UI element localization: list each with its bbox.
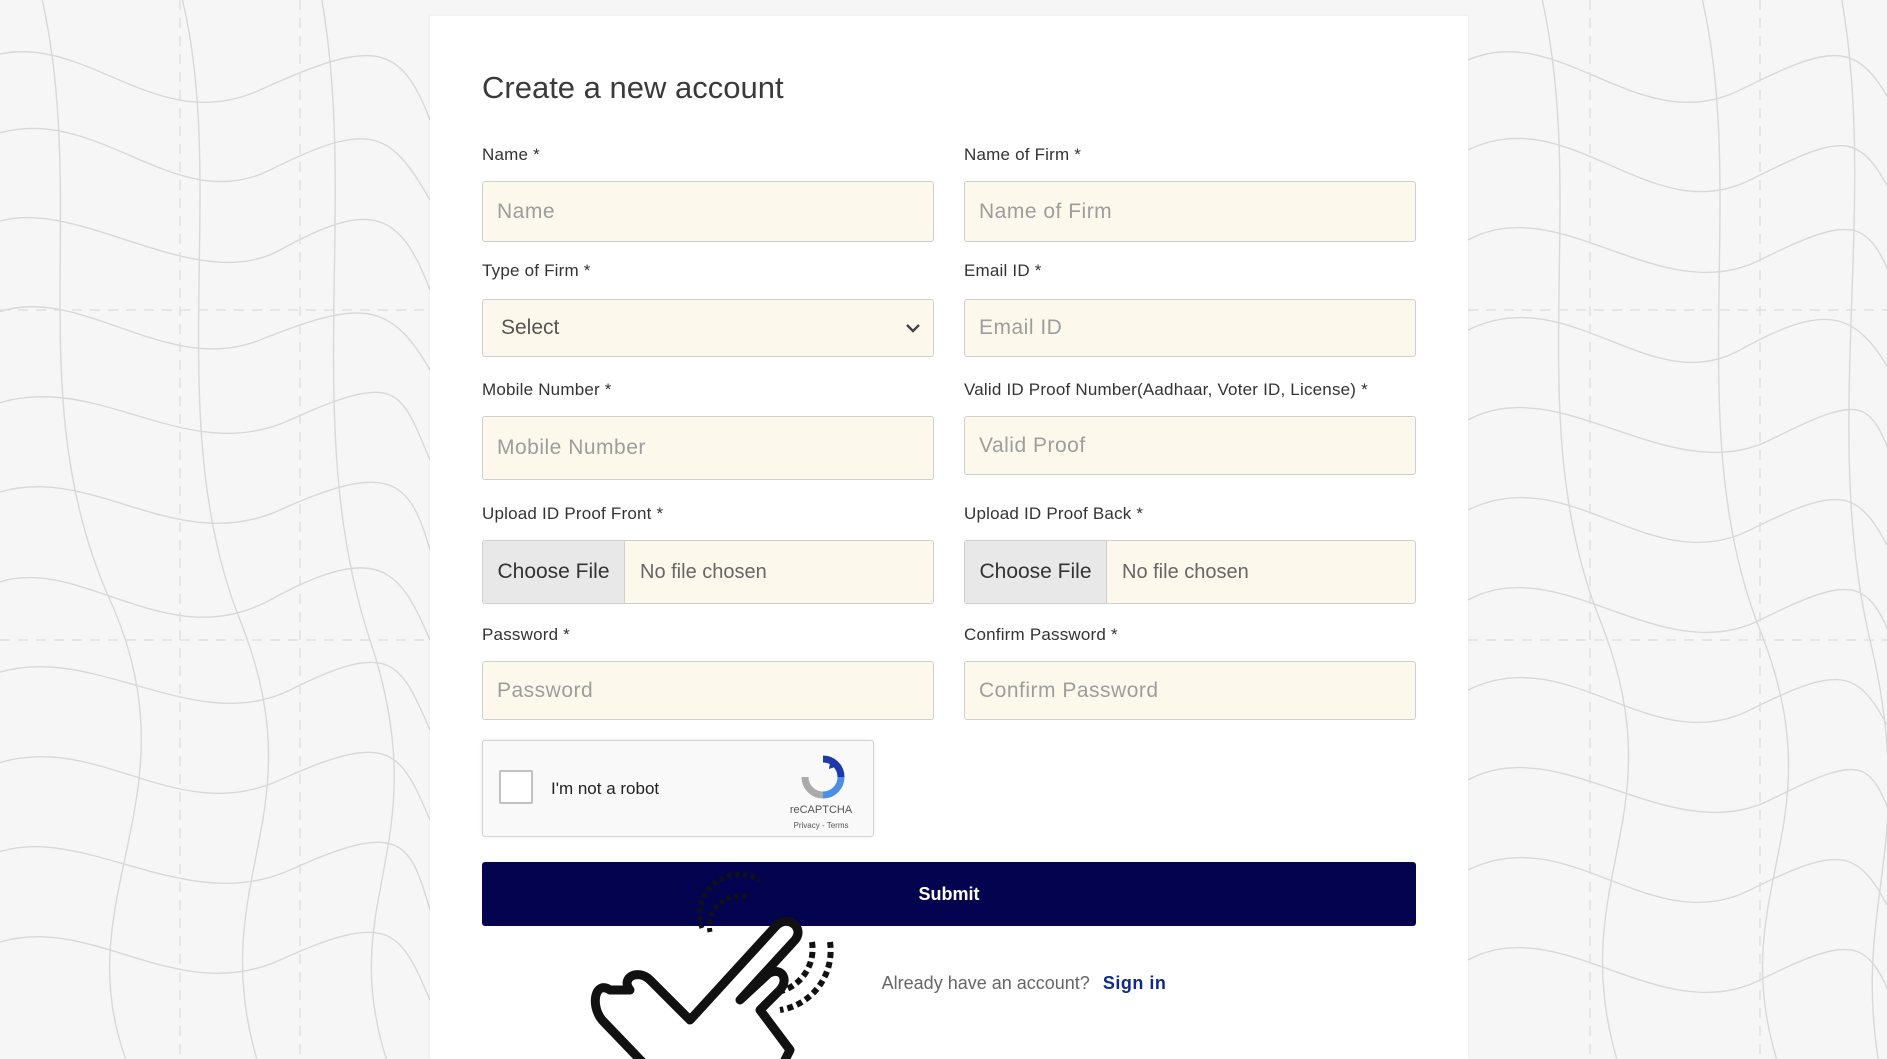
recaptcha-privacy-terms[interactable]: Privacy - Terms <box>781 821 861 830</box>
confirm-password-field-group: Confirm Password * <box>964 625 1416 720</box>
id-front-choose-file-button[interactable]: Choose File <box>483 541 625 603</box>
id-front-file-status: No file chosen <box>640 560 767 583</box>
mobile-field-group: Mobile Number * <box>482 380 934 480</box>
firm-type-selected-value: Select <box>501 316 560 339</box>
confirm-password-label: Confirm Password * <box>964 625 1118 644</box>
signin-prompt-row: Already have an account? Sign in <box>430 973 1468 994</box>
id-front-label: Upload ID Proof Front * <box>482 504 664 523</box>
password-label: Password * <box>482 625 570 644</box>
id-proof-number-label: Valid ID Proof Number(Aadhaar, Voter ID,… <box>964 380 1368 399</box>
recaptcha-label: I'm not a robot <box>551 779 660 798</box>
firm-name-input[interactable] <box>964 181 1416 242</box>
id-back-file-status: No file chosen <box>1122 560 1249 583</box>
id-back-field-group: Upload ID Proof Back * Choose File No fi… <box>964 504 1416 604</box>
signin-prompt-text: Already have an account? <box>881 973 1090 993</box>
id-back-file-input[interactable]: Choose File No file chosen <box>964 540 1416 604</box>
firm-name-field-group: Name of Firm * <box>964 145 1416 242</box>
name-label: Name * <box>482 145 540 164</box>
firm-type-label: Type of Firm * <box>482 261 591 280</box>
name-input[interactable] <box>482 181 934 242</box>
id-proof-number-field-group: Valid ID Proof Number(Aadhaar, Voter ID,… <box>964 380 1416 475</box>
id-back-label: Upload ID Proof Back * <box>964 504 1144 523</box>
recaptcha-widget: I'm not a robot reCAPTCHA Privacy - Term… <box>482 740 874 837</box>
email-label: Email ID * <box>964 261 1042 280</box>
password-input[interactable] <box>482 661 934 720</box>
recaptcha-brand-text: reCAPTCHA <box>789 804 853 816</box>
email-input[interactable] <box>964 299 1416 357</box>
email-field-group: Email ID * <box>964 261 1416 357</box>
pointing-hand-cursor-icon <box>590 871 834 1059</box>
firm-type-select[interactable]: Select <box>482 299 934 357</box>
signup-card: Create a new account Name * Name of Firm… <box>430 16 1468 1059</box>
id-proof-number-input[interactable] <box>964 416 1416 475</box>
recaptcha-logo-icon <box>801 755 845 799</box>
password-field-group: Password * <box>482 625 934 720</box>
sign-in-link[interactable]: Sign in <box>1103 973 1167 993</box>
firm-name-label: Name of Firm * <box>964 145 1082 164</box>
page-title: Create a new account <box>482 70 784 105</box>
id-front-file-input[interactable]: Choose File No file chosen <box>482 540 934 604</box>
id-front-field-group: Upload ID Proof Front * Choose File No f… <box>482 504 934 604</box>
name-field-group: Name * <box>482 145 934 242</box>
recaptcha-checkbox[interactable] <box>499 770 533 804</box>
confirm-password-input[interactable] <box>964 661 1416 720</box>
mobile-label: Mobile Number * <box>482 380 612 399</box>
firm-type-field-group: Type of Firm * Select <box>482 261 934 357</box>
mobile-input[interactable] <box>482 416 934 480</box>
id-back-choose-file-button[interactable]: Choose File <box>965 541 1107 603</box>
chevron-down-icon <box>906 324 920 333</box>
